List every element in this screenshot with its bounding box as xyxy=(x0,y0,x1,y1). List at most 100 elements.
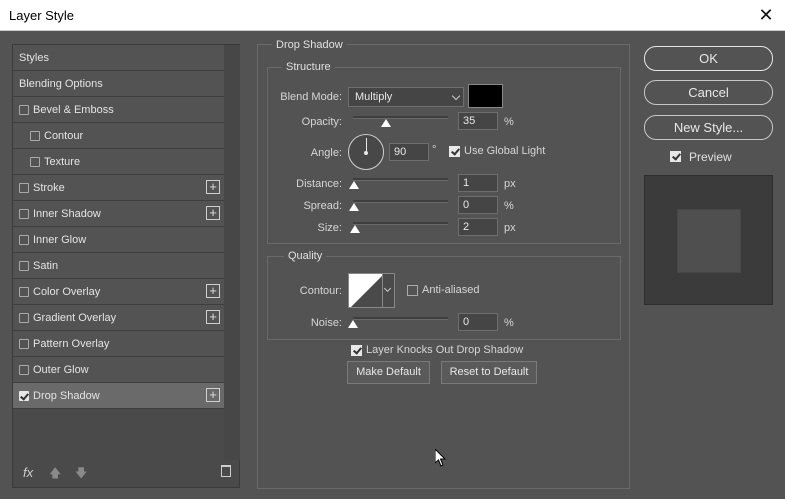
style-checkbox[interactable] xyxy=(19,209,29,219)
size-slider-track xyxy=(353,222,448,225)
move-up-icon[interactable]: 🡅 xyxy=(49,464,61,485)
style-item-label: Inner Shadow xyxy=(33,208,101,220)
style-item-bevel-emboss[interactable]: Bevel & Emboss xyxy=(13,97,224,123)
style-checkbox[interactable] xyxy=(19,313,29,323)
style-checkbox[interactable] xyxy=(19,391,29,401)
size-slider[interactable] xyxy=(350,222,448,234)
style-item-contour[interactable]: Contour xyxy=(13,123,224,149)
anti-aliased-label: Anti-aliased xyxy=(422,284,480,296)
new-style-button[interactable]: New Style... xyxy=(644,115,773,140)
structure-heading: Structure xyxy=(282,61,335,73)
contour-preview[interactable] xyxy=(348,273,383,308)
make-default-button[interactable]: Make Default xyxy=(347,361,430,384)
opacity-slider-track xyxy=(353,116,448,119)
ok-button[interactable]: OK xyxy=(644,46,773,71)
noise-slider[interactable] xyxy=(348,317,448,329)
distance-slider[interactable] xyxy=(349,178,448,190)
mouse-cursor-icon xyxy=(435,449,447,467)
knockout-checkbox[interactable] xyxy=(351,345,362,356)
contour-dropdown[interactable] xyxy=(383,273,395,308)
noise-unit: % xyxy=(504,317,514,329)
distance-input[interactable]: 1 xyxy=(458,174,498,192)
angle-label: Angle: xyxy=(310,147,342,159)
contour-label: Contour: xyxy=(299,285,342,297)
anti-aliased-checkbox[interactable] xyxy=(407,285,418,296)
style-checkbox[interactable] xyxy=(19,339,29,349)
preview-checkbox[interactable] xyxy=(670,151,681,162)
style-item-inner-shadow[interactable]: Inner Shadow + xyxy=(13,201,224,227)
style-item-label: Satin xyxy=(33,260,59,272)
preview-thumbnail xyxy=(644,175,773,305)
style-item-gradient-overlay[interactable]: Gradient Overlay + xyxy=(13,305,224,331)
style-item-styles[interactable]: Styles xyxy=(13,45,224,71)
blend-mode-select[interactable]: Multiply xyxy=(348,87,464,107)
spread-unit: % xyxy=(504,200,514,212)
style-item-color-overlay[interactable]: Color Overlay + xyxy=(13,279,224,305)
style-checkbox[interactable] xyxy=(19,105,29,115)
style-item-label: Gradient Overlay xyxy=(33,312,117,324)
angle-center-dot xyxy=(364,151,368,155)
size-unit: px xyxy=(504,222,516,234)
fx-button[interactable]: fx xyxy=(23,465,33,480)
add-effect-icon[interactable]: + xyxy=(206,180,220,194)
title-bar: Layer Style ✕ xyxy=(0,0,785,31)
shadow-color-swatch[interactable] xyxy=(468,84,503,108)
opacity-slider-thumb[interactable] xyxy=(381,119,391,127)
style-item-blending-options[interactable]: Blending Options xyxy=(13,71,224,97)
angle-input[interactable]: 90 xyxy=(389,143,429,161)
style-item-label: Stroke xyxy=(33,182,65,194)
style-item-stroke[interactable]: Stroke + xyxy=(13,175,224,201)
spread-slider[interactable] xyxy=(349,200,448,212)
opacity-slider[interactable] xyxy=(353,116,448,128)
blend-mode-value: Multiply xyxy=(355,91,393,103)
style-item-pattern-overlay[interactable]: Pattern Overlay xyxy=(13,331,224,357)
distance-label: Distance: xyxy=(296,178,342,190)
style-item-texture[interactable]: Texture xyxy=(13,149,224,175)
spread-slider-thumb[interactable] xyxy=(349,203,359,211)
size-input[interactable]: 2 xyxy=(458,218,498,236)
angle-unit: ° xyxy=(432,144,437,156)
add-effect-icon[interactable]: + xyxy=(206,206,220,220)
add-effect-icon[interactable]: + xyxy=(206,388,220,402)
reset-to-default-button[interactable]: Reset to Default xyxy=(441,361,537,384)
style-checkbox[interactable] xyxy=(19,287,29,297)
opacity-input[interactable]: 35 xyxy=(458,112,498,130)
spread-label: Spread: xyxy=(303,200,342,212)
style-checkbox[interactable] xyxy=(19,235,29,245)
style-checkbox[interactable] xyxy=(19,183,29,193)
add-effect-icon[interactable]: + xyxy=(206,310,220,324)
styles-scrollbar[interactable] xyxy=(224,45,240,460)
add-effect-icon[interactable]: + xyxy=(206,284,220,298)
opacity-unit: % xyxy=(504,116,514,128)
angle-dial[interactable] xyxy=(348,134,384,170)
style-item-inner-glow[interactable]: Inner Glow xyxy=(13,227,224,253)
use-global-light-label: Use Global Light xyxy=(464,145,546,157)
noise-slider-thumb[interactable] xyxy=(348,320,358,328)
noise-label: Noise: xyxy=(310,317,342,329)
style-checkbox[interactable] xyxy=(30,157,40,167)
style-item-label: Pattern Overlay xyxy=(33,338,110,350)
styles-panel-footer: fx 🡅 🡇 xyxy=(13,459,239,487)
spread-input[interactable]: 0 xyxy=(458,196,498,214)
style-checkbox[interactable] xyxy=(19,365,29,375)
style-checkbox[interactable] xyxy=(30,131,40,141)
style-item-label: Texture xyxy=(44,156,81,168)
use-global-light-checkbox[interactable] xyxy=(449,146,460,157)
style-item-drop-shadow[interactable]: Drop Shadow + xyxy=(13,383,224,409)
distance-slider-thumb[interactable] xyxy=(349,181,359,189)
styles-panel: Styles Blending Options Bevel & Emboss Cont… xyxy=(12,44,240,488)
distance-unit: px xyxy=(504,178,516,190)
style-item-satin[interactable]: Satin xyxy=(13,253,224,279)
style-item-label: Drop Shadow xyxy=(33,390,100,402)
trash-icon[interactable] xyxy=(221,465,231,477)
close-icon[interactable]: ✕ xyxy=(755,4,777,26)
style-item-outer-glow[interactable]: Outer Glow xyxy=(13,357,224,383)
cancel-button[interactable]: Cancel xyxy=(644,80,773,105)
style-checkbox[interactable] xyxy=(19,261,29,271)
drop-shadow-panel: Drop Shadow Structure Blend Mode: Multip… xyxy=(257,39,630,489)
spread-slider-track xyxy=(353,200,448,203)
size-slider-thumb[interactable] xyxy=(350,225,360,233)
move-down-icon[interactable]: 🡇 xyxy=(75,464,87,485)
noise-input[interactable]: 0 xyxy=(458,313,498,331)
size-label: Size: xyxy=(317,222,342,234)
